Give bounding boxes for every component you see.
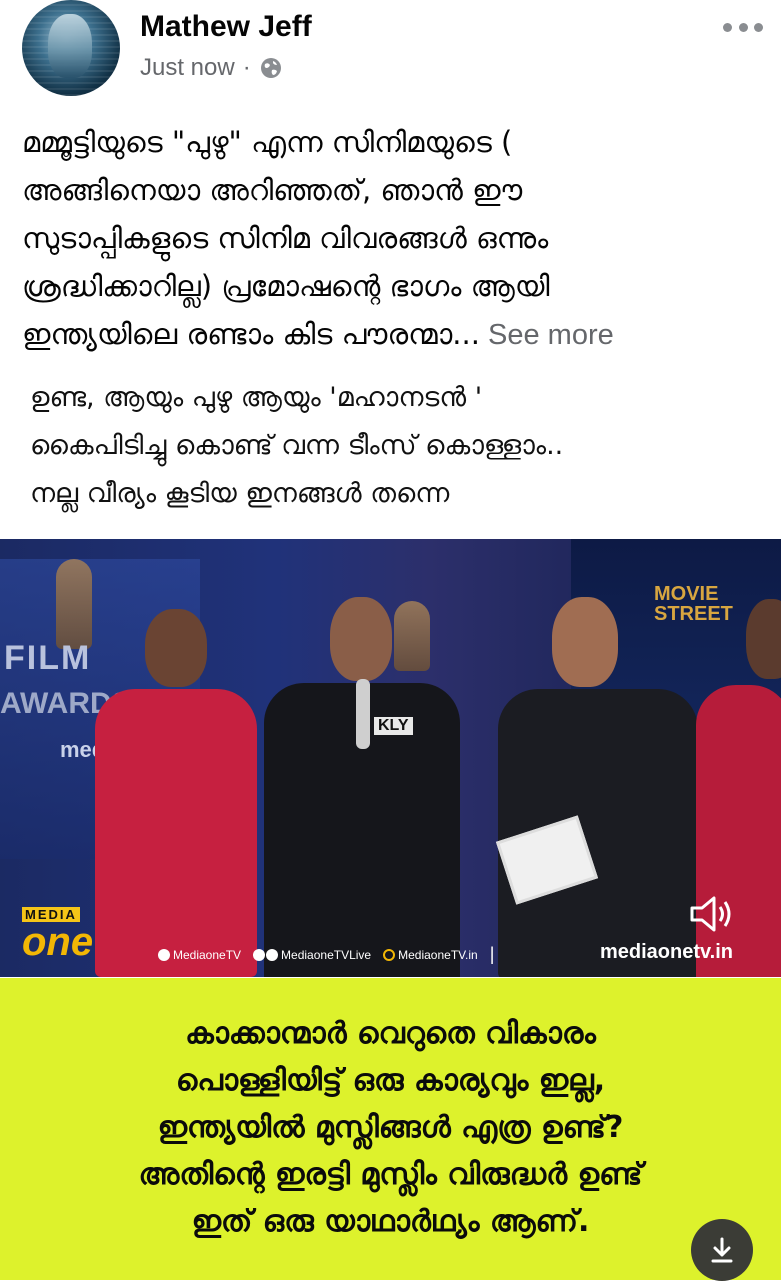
post-text-line-last: ഇന്ത്യയിലെ രണ്ടാം കിട പൗരന്മാ... See mor… xyxy=(22,317,614,351)
author-name[interactable]: Mathew Jeff xyxy=(140,10,312,44)
film-text: FILM xyxy=(4,639,92,677)
see-more-link[interactable]: See more xyxy=(480,319,614,351)
post-text-line: സുടാപ്പികളുടെ സിനിമ വിവരങ്ങൾ ഒന്നും xyxy=(22,221,549,255)
shirt-text: KLY xyxy=(374,717,413,735)
site-label: mediaonetv.in xyxy=(600,941,733,963)
globe-icon xyxy=(260,58,281,78)
instagram-label: MediaoneTV.in xyxy=(383,948,478,962)
post-time[interactable]: Just now xyxy=(140,54,235,82)
caption-line: നല്ല വീര്യം കൂടിയ ഇനങ്ങൾ തന്നെ xyxy=(30,478,450,509)
post-text-line: മമ്മൂട്ടിയുടെ "പുഴു" എന്ന സിനിമയുടെ ( xyxy=(22,125,513,159)
person-center: KLY xyxy=(264,597,464,977)
quote-line: ഇന്ത്യയിൽ മുസ്ലിങ്ങൾ എത്ര ഉണ്ട്? xyxy=(157,1110,624,1145)
quote-text: കാക്കാന്മാർ വെറുതെ വികാരം പൊള്ളിയിട്ട് ഒ… xyxy=(0,1010,781,1245)
caption-line: കൈപിടിച്ചു കൊണ്ട് വന്ന ടീംസ് കൊള്ളാം.. xyxy=(30,430,564,461)
facebook-label: MediaoneTV xyxy=(158,948,241,962)
youtube-label: MediaoneTVLive xyxy=(253,948,371,962)
person-right xyxy=(495,597,708,977)
image-caption: ഉണ്ട, ആയും പുഴു ആയും 'മഹാനടൻ ' കൈപിടിച്ച… xyxy=(30,374,760,518)
mediaone-logo: MEDIA one xyxy=(22,907,94,964)
person-left xyxy=(95,609,265,977)
post-header: Mathew Jeff Just now · xyxy=(0,0,781,108)
post-text: മമ്മൂട്ടിയുടെ "പുഴു" എന്ന സിനിമയുടെ ( അങ… xyxy=(22,118,762,359)
post-meta: Just now · xyxy=(140,54,283,82)
video-frame[interactable]: FILM AWARDS mediaonetv.in MOVIE STREET K… xyxy=(0,539,781,977)
quote-line: പൊള്ളിയിട്ട് ഒരു കാര്യവും ഇല്ല, xyxy=(175,1063,606,1098)
post-text-line: ശ്രദ്ധിക്കാറില്ല) പ്രമോഷന്റെ ഭാഗം ആയി xyxy=(22,269,550,303)
speaker-icon[interactable] xyxy=(688,893,736,935)
quote-line: കാക്കാന്മാർ വെറുതെ വികാരം xyxy=(185,1016,596,1051)
strip-divider: | xyxy=(489,944,495,964)
avatar[interactable] xyxy=(22,0,120,96)
caption-line: ഉണ്ട, ആയും പുഴു ആയും 'മഹാനടൻ ' xyxy=(30,382,483,413)
download-button[interactable] xyxy=(691,1219,753,1281)
more-options-button[interactable] xyxy=(723,20,763,34)
quote-line: ഇത് ഒരു യാഥാർഥ്യം ആണ്. xyxy=(191,1204,590,1239)
social-strip: MediaoneTV MediaoneTVLive MediaoneTV.in … xyxy=(158,944,494,965)
post-text-line: അങ്ങിനെയാ അറിഞ്ഞത്, ഞാൻ ഈ xyxy=(22,173,523,207)
download-icon xyxy=(711,1237,733,1263)
meta-separator: · xyxy=(242,54,251,81)
quote-line: അതിന്റെ ഇരട്ടി മുസ്ലിം വിരുദ്ധർ ഉണ്ട് xyxy=(138,1157,643,1192)
